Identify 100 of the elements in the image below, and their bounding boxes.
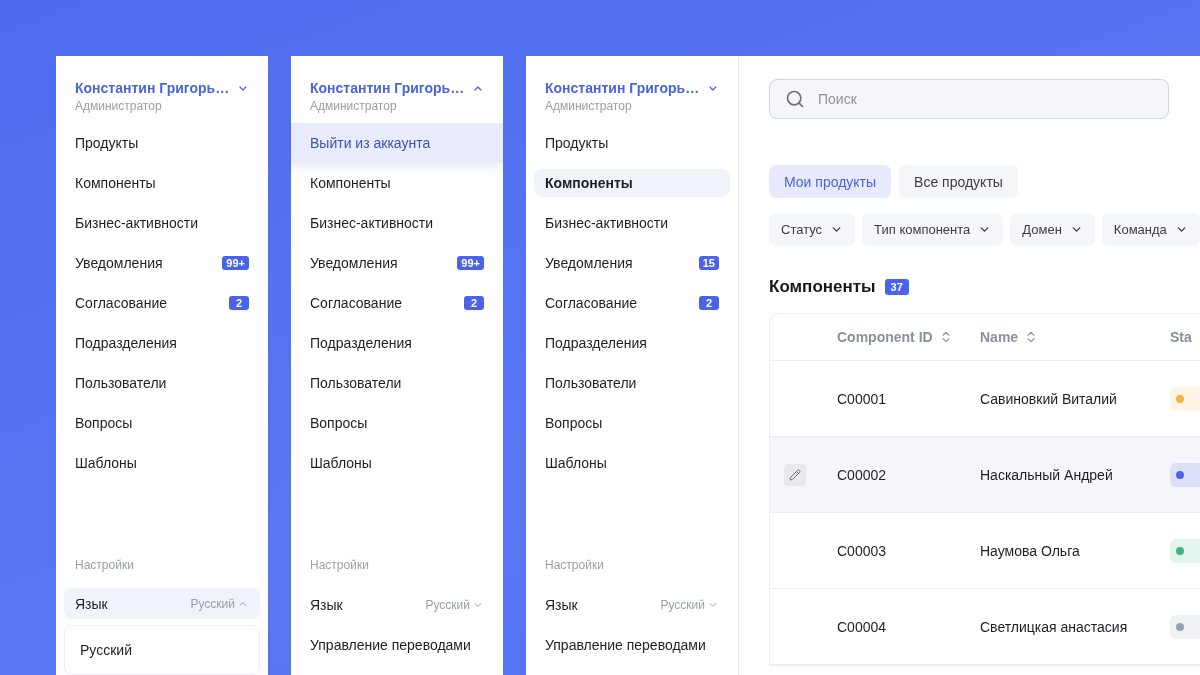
nav-label: Пользователи — [310, 375, 402, 391]
language-select[interactable]: Язык Русский — [64, 588, 260, 619]
user-role: Администратор — [545, 99, 633, 113]
nav-label: Бизнес-активности — [545, 215, 669, 231]
table-cell-text: C00002 — [837, 466, 888, 483]
user-role: Администратор — [75, 99, 163, 113]
nav-item[interactable]: Подразделения — [64, 329, 260, 357]
nav-item[interactable]: Согласование 2 — [299, 289, 495, 317]
nav-label: Согласование — [75, 295, 167, 311]
filter-dropdown[interactable]: Тип компонента — [862, 213, 1004, 246]
select-label: Язык — [310, 597, 343, 613]
settings-heading: Настройки — [309, 558, 370, 572]
table-cell-text: C00003 — [837, 542, 888, 559]
nav-item[interactable]: Бизнес-активности — [64, 209, 260, 237]
filter-dropdown[interactable]: Домен — [1010, 213, 1095, 246]
language-select[interactable]: Язык Русский — [299, 588, 495, 622]
count-badge: 99+ — [222, 256, 249, 270]
nav-label: Шаблоны — [545, 455, 607, 471]
user-menu-button[interactable]: Константин Григорь… — [310, 80, 484, 96]
nav-label: Вопросы — [310, 415, 368, 431]
search-field[interactable]: Поиск — [769, 79, 1169, 119]
pencil-icon — [789, 468, 801, 481]
search-icon — [785, 89, 805, 109]
nav-label: Уведомления — [310, 255, 398, 271]
select-value: Русский — [425, 598, 484, 612]
nav-item[interactable]: Шаблоны — [534, 449, 730, 477]
nav-label: Бизнес-активности — [310, 215, 434, 231]
settings-link[interactable]: Управление переводами — [299, 628, 495, 662]
nav-item[interactable]: Подразделения — [534, 329, 730, 357]
nav-item[interactable]: Вопросы — [299, 409, 495, 437]
nav-label: Продукты — [545, 135, 609, 151]
filter-dropdown[interactable]: Команда — [1101, 213, 1200, 246]
nav-item[interactable]: Уведомления 99+ — [64, 249, 260, 277]
table-row[interactable]: C00002 Наскальный Андрей — [770, 437, 1200, 513]
nav-label: Подразделения — [545, 335, 647, 351]
language-select[interactable]: Язык Русский — [534, 588, 730, 622]
table-cell-text: Светлицкая анастасия — [980, 618, 1129, 635]
user-role: Администратор — [310, 99, 398, 113]
table-cell-text: C00001 — [837, 390, 888, 407]
section-title: Компоненты — [769, 277, 876, 297]
filter-dropdown[interactable]: Статус — [769, 213, 856, 246]
nav-item[interactable]: Продукты — [534, 129, 730, 157]
select-value: Русский — [660, 598, 719, 612]
nav-item[interactable]: Пользователи — [64, 369, 260, 397]
nav-label: Продукты — [75, 135, 139, 151]
nav-item[interactable]: Согласование 2 — [64, 289, 260, 317]
logout-menu-item[interactable]: Выйти из аккаунта — [291, 123, 503, 163]
nav-label: Компоненты — [75, 175, 156, 191]
nav-label: Согласование — [310, 295, 402, 311]
nav-label: Согласование — [545, 295, 637, 311]
nav-label: Бизнес-активности — [75, 215, 199, 231]
nav-label: Подразделения — [310, 335, 412, 351]
nav-label: Уведомления — [75, 255, 163, 271]
nav-item[interactable]: Подразделения — [299, 329, 495, 357]
nav-item[interactable]: Пользователи — [534, 369, 730, 397]
tab[interactable]: Все продукты — [899, 165, 1018, 198]
count-badge: 2 — [464, 296, 484, 310]
nav-label: Уведомления — [545, 255, 633, 271]
nav-item[interactable]: Компоненты — [64, 169, 260, 197]
nav-label: Шаблоны — [310, 455, 372, 471]
select-label: Язык — [545, 597, 578, 613]
nav-label: Вопросы — [75, 415, 133, 431]
select-label: Язык — [75, 595, 108, 612]
table-cell-text: Наумова Ольга — [980, 542, 1081, 559]
nav-item[interactable]: Вопросы — [64, 409, 260, 437]
nav-item[interactable]: Уведомления 99+ — [299, 249, 495, 277]
nav-item[interactable]: Компоненты — [534, 169, 730, 197]
nav-label: Компоненты — [310, 175, 391, 191]
count-badge: 99+ — [457, 256, 484, 270]
table-cell-text: Наскальный Андрей — [980, 466, 1114, 483]
nav-label: Вопросы — [545, 415, 603, 431]
nav-label: Подразделения — [75, 335, 177, 351]
nav-item[interactable]: Вопросы — [534, 409, 730, 437]
settings-link[interactable]: Управление переводами — [534, 628, 730, 662]
tab[interactable]: Мои продукты — [769, 165, 892, 198]
nav-item[interactable]: Бизнес-активности — [299, 209, 495, 237]
nav-item[interactable]: Уведомления 15 — [534, 249, 730, 277]
user-menu-button[interactable]: Константин Григорь… — [75, 80, 249, 96]
nav-item[interactable]: Компоненты — [299, 169, 495, 197]
select-value: Русский — [190, 596, 249, 611]
nav-item[interactable]: Пользователи — [299, 369, 495, 397]
settings-heading: Настройки — [544, 558, 605, 572]
nav-label: Пользователи — [75, 375, 167, 391]
table-cell-text: Савиновкий Виталий — [980, 390, 1118, 407]
user-menu-button[interactable]: Константин Григорь… — [545, 80, 719, 96]
settings-heading: Настройки — [74, 558, 135, 572]
nav-item[interactable]: Согласование 2 — [534, 289, 730, 317]
nav-item[interactable]: Шаблоны — [64, 449, 260, 477]
nav-item[interactable]: Продукты — [64, 129, 260, 157]
edit-button[interactable] — [784, 463, 806, 486]
count-badge: 37 — [884, 279, 909, 295]
table-cell-text: C00004 — [837, 618, 888, 635]
count-badge: 2 — [229, 296, 249, 310]
nav-item[interactable]: Бизнес-активности — [534, 209, 730, 237]
nav-label: Компоненты — [545, 175, 633, 191]
nav-label: Пользователи — [545, 375, 637, 391]
nav-item[interactable]: Шаблоны — [299, 449, 495, 477]
count-badge: 15 — [698, 256, 719, 270]
dropdown-option[interactable]: Русский — [65, 634, 259, 666]
nav-label: Шаблоны — [75, 455, 137, 471]
